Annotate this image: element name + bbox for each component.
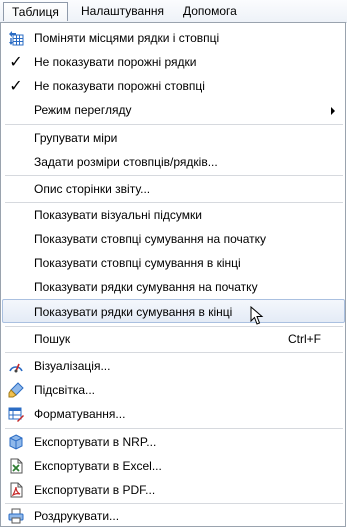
menu-item-label: Показувати рядки сумування в кінці <box>34 305 233 319</box>
shortcut-label: Ctrl+F <box>288 332 321 346</box>
menu-item-sum-cols-start[interactable]: Показувати стовпці сумування на початку <box>2 227 345 251</box>
menu-item-label: Експортувати в NRP... <box>34 435 157 449</box>
menu-item-label: Режим перегляду <box>34 103 132 117</box>
menu-item-label: Показувати стовпці сумування на початку <box>34 232 267 246</box>
table-format-icon <box>8 407 24 422</box>
menu-item-hide-empty-cols[interactable]: ✓ Не показувати порожні стовпці <box>2 74 345 98</box>
menu-item-formatting[interactable]: Форматування... <box>2 402 345 426</box>
checkmark-icon: ✓ <box>9 76 23 95</box>
menu-item-group-measures[interactable]: Групувати міри <box>2 126 345 150</box>
menu-item-label: Показувати рядки сумування на початку <box>34 280 258 294</box>
menu-item-export-pdf[interactable]: Експортувати в PDF... <box>2 478 345 502</box>
gauge-icon <box>9 363 23 373</box>
menu-item-label: Не показувати порожні рядки <box>34 55 197 69</box>
menu-item-export-nrp[interactable]: Експортувати в NRP... <box>2 430 345 454</box>
menu-item-sum-cols-end[interactable]: Показувати стовпці сумування в кінці <box>2 251 345 275</box>
menu-item-label: Форматування... <box>34 407 126 421</box>
menu-item-visualization[interactable]: Візуалізація... <box>2 354 345 378</box>
menu-item-label: Роздрукувати... <box>34 509 120 523</box>
pdf-file-icon <box>10 482 23 498</box>
swap-rows-cols-icon <box>9 31 24 46</box>
submenu-arrow-icon <box>331 107 335 115</box>
menu-item-page-description[interactable]: Опис сторінки звіту... <box>2 177 345 201</box>
menu-item-sum-rows-end[interactable]: Показувати рядки сумування в кінці <box>2 299 345 323</box>
menu-item-export-excel[interactable]: Експортувати в Excel... <box>2 454 345 478</box>
menu-item-label: Пошук <box>34 332 71 346</box>
menu-separator <box>5 428 343 429</box>
menu-item-label: Показувати візуальні підсумки <box>34 208 202 222</box>
menu-item-label: Поміняти місцями рядки і стовпці <box>34 31 220 45</box>
menu-table[interactable]: Таблиця <box>3 2 68 21</box>
menu-item-hide-empty-rows[interactable]: ✓ Не показувати порожні рядки <box>2 50 345 74</box>
menu-item-label: Опис сторінки звіту... <box>34 182 151 196</box>
menu-item-view-mode[interactable]: Режим перегляду <box>2 98 345 122</box>
menu-bar: Таблиця Налаштування Допомога <box>0 0 347 23</box>
menu-separator <box>5 124 343 125</box>
menu-item-search[interactable]: Пошук Ctrl+F <box>2 327 345 351</box>
menu-item-highlight[interactable]: Підсвітка... <box>2 378 345 402</box>
menu-separator <box>5 352 343 353</box>
menu-item-label: Візуалізація... <box>34 359 111 373</box>
menu-item-label: Підсвітка... <box>34 383 96 397</box>
menu-item-label: Задати розміри стовпців/рядків... <box>34 155 218 169</box>
mouse-cursor-icon <box>250 306 264 325</box>
menu-item-label: Експортувати в Excel... <box>34 459 162 473</box>
printer-icon <box>8 508 24 524</box>
highlighter-icon <box>8 382 24 398</box>
menu-item-swap-rows-cols[interactable]: Поміняти місцями рядки і стовпці <box>2 26 345 50</box>
table-dropdown-menu: Поміняти місцями рядки і стовпці ✓ Не по… <box>0 22 346 527</box>
menu-item-sum-rows-start[interactable]: Показувати рядки сумування на початку <box>2 275 345 299</box>
menu-item-show-visual-totals[interactable]: Показувати візуальні підсумки <box>2 203 345 227</box>
menu-item-print[interactable]: Роздрукувати... <box>2 504 345 528</box>
menu-item-label: Не показувати порожні стовпці <box>34 79 205 93</box>
excel-file-icon <box>10 458 23 474</box>
menu-help[interactable]: Допомога <box>175 2 245 21</box>
menu-item-label: Показувати стовпці сумування в кінці <box>34 256 241 270</box>
menu-item-label: Групувати міри <box>34 131 118 145</box>
menu-settings[interactable]: Налаштування <box>73 2 172 21</box>
menu-separator <box>5 175 343 176</box>
menu-item-set-sizes[interactable]: Задати розміри стовпців/рядків... <box>2 150 345 174</box>
menu-item-label: Експортувати в PDF... <box>34 483 156 497</box>
checkmark-icon: ✓ <box>9 52 23 71</box>
cube-export-icon <box>9 434 23 450</box>
